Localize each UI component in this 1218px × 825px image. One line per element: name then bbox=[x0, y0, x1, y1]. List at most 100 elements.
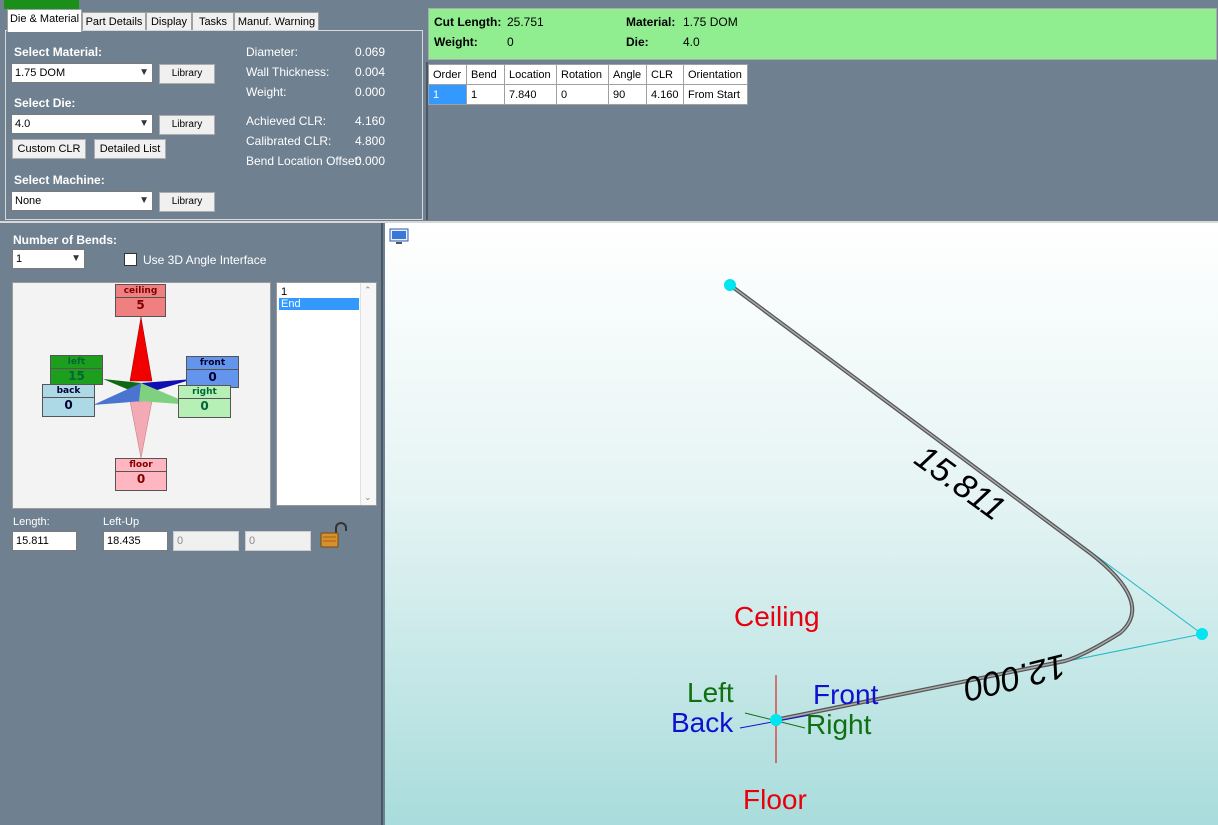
tab-manuf-warning[interactable]: Manuf. Warning bbox=[234, 12, 319, 31]
list-item[interactable]: 1 bbox=[279, 286, 359, 298]
table-cell[interactable]: 90 bbox=[608, 84, 647, 105]
weight-value: 0.000 bbox=[355, 85, 386, 99]
machine-select-value: None bbox=[15, 195, 42, 207]
tube-highlight bbox=[729, 284, 1133, 721]
weight-summary-value: 0 bbox=[507, 35, 514, 49]
leftup-label: Left-Up bbox=[103, 516, 140, 528]
column-header[interactable]: Rotation bbox=[556, 64, 609, 85]
bend-location-offset-label: Bend Location Offset: bbox=[246, 154, 362, 168]
list-item[interactable]: End bbox=[279, 298, 359, 310]
bend-table: Order Bend Location Rotation Angle CLR O… bbox=[428, 64, 748, 105]
left-label: left bbox=[51, 356, 102, 369]
end-node[interactable] bbox=[770, 714, 782, 726]
die-select[interactable]: 4.0 ▼ bbox=[11, 114, 153, 134]
select-material-label: Select Material: bbox=[14, 45, 103, 59]
table-cell[interactable]: 1 bbox=[428, 84, 467, 105]
angle-input-3[interactable]: 0 bbox=[173, 531, 239, 551]
chevron-down-icon: ▼ bbox=[139, 195, 149, 206]
left-axis-label: Left bbox=[687, 677, 734, 708]
table-row[interactable]: 1 1 7.840 0 90 4.160 From Start bbox=[428, 84, 748, 105]
right-axis-label: Right bbox=[806, 709, 872, 740]
wall-thickness-value: 0.004 bbox=[355, 65, 386, 79]
die-library-button[interactable]: Library bbox=[159, 115, 215, 135]
ceiling-axis-label: Ceiling bbox=[734, 601, 820, 632]
number-of-bends-select[interactable]: 1 ▼ bbox=[12, 249, 85, 269]
use-3d-checkbox[interactable] bbox=[124, 253, 137, 266]
leftup-input[interactable]: 18.435 bbox=[103, 531, 168, 551]
column-header[interactable]: Angle bbox=[608, 64, 647, 85]
chevron-down-icon[interactable]: ⌄ bbox=[364, 492, 372, 503]
diameter-value: 0.069 bbox=[355, 45, 386, 59]
table-cell[interactable]: 1 bbox=[466, 84, 505, 105]
material-select[interactable]: 1.75 DOM ▼ bbox=[11, 63, 153, 83]
tube-path bbox=[728, 283, 1135, 722]
left-box[interactable]: left 15 bbox=[50, 355, 103, 385]
select-machine-label: Select Machine: bbox=[14, 173, 105, 187]
list-scrollbar[interactable]: ⌃ ⌄ bbox=[360, 283, 376, 505]
table-cell[interactable]: From Start bbox=[683, 84, 748, 105]
cut-length-value: 25.751 bbox=[507, 15, 544, 29]
floor-box[interactable]: floor 0 bbox=[115, 458, 167, 491]
bend-list[interactable]: 1 End ⌃ ⌄ bbox=[276, 282, 377, 506]
direction-widget[interactable]: ceiling 5 left 15 front 0 back 0 right 0… bbox=[12, 282, 271, 509]
ceiling-value: 5 bbox=[136, 298, 145, 312]
angle-input-4[interactable]: 0 bbox=[245, 531, 311, 551]
back-box[interactable]: back 0 bbox=[42, 384, 95, 417]
column-header[interactable]: Order bbox=[428, 64, 467, 85]
ceiling-label: ceiling bbox=[116, 285, 165, 298]
table-cell[interactable]: 7.840 bbox=[504, 84, 557, 105]
3d-viewport[interactable]: 15.811 12.000 Ceiling Floor Left Front B… bbox=[385, 223, 1218, 825]
machine-select[interactable]: None ▼ bbox=[11, 191, 153, 211]
lock-icon[interactable] bbox=[319, 522, 347, 550]
custom-clr-button[interactable]: Custom CLR bbox=[12, 139, 86, 159]
floor-arrow bbox=[129, 400, 153, 459]
die-summary-label: Die: bbox=[626, 35, 649, 49]
right-label: right bbox=[179, 386, 230, 399]
material-label: Material: bbox=[626, 15, 676, 29]
use-3d-label: Use 3D Angle Interface bbox=[143, 253, 267, 267]
front-axis-label: Front bbox=[813, 679, 879, 710]
length-label: Length: bbox=[13, 516, 50, 528]
front-label: front bbox=[187, 357, 238, 370]
length-input[interactable]: 15.811 bbox=[12, 531, 77, 551]
table-cell[interactable]: 4.160 bbox=[646, 84, 684, 105]
calibrated-clr-label: Calibrated CLR: bbox=[246, 134, 332, 148]
tube-graphic bbox=[724, 279, 1208, 763]
material-select-value: 1.75 DOM bbox=[15, 67, 66, 79]
floor-label: floor bbox=[116, 459, 166, 472]
right-box[interactable]: right 0 bbox=[178, 385, 231, 418]
table-cell[interactable]: 0 bbox=[556, 84, 609, 105]
tab-display[interactable]: Display bbox=[146, 12, 192, 31]
column-header[interactable]: Bend bbox=[466, 64, 505, 85]
right-value: 0 bbox=[200, 399, 209, 413]
ceiling-arrow bbox=[129, 316, 153, 382]
chevron-down-icon: ▼ bbox=[71, 253, 81, 264]
left-value: 15 bbox=[68, 369, 85, 383]
column-header[interactable]: CLR bbox=[646, 64, 684, 85]
die-summary-value: 4.0 bbox=[683, 35, 700, 49]
ceiling-box[interactable]: ceiling 5 bbox=[115, 284, 166, 317]
machine-library-button[interactable]: Library bbox=[159, 192, 215, 212]
floor-value: 0 bbox=[136, 472, 146, 486]
diameter-label: Diameter: bbox=[246, 45, 299, 59]
front-value: 0 bbox=[208, 370, 217, 384]
tab-part-details[interactable]: Part Details bbox=[82, 12, 146, 31]
floor-axis-label: Floor bbox=[743, 784, 807, 815]
chevron-down-icon: ▼ bbox=[139, 118, 149, 129]
tab-die-material[interactable]: Die & Material bbox=[7, 9, 82, 32]
active-indicator bbox=[4, 0, 79, 9]
start-node[interactable] bbox=[724, 279, 736, 291]
chevron-down-icon: ▼ bbox=[139, 67, 149, 78]
calibrated-clr-value: 4.800 bbox=[355, 134, 386, 148]
column-header[interactable]: Location bbox=[504, 64, 557, 85]
tab-tasks[interactable]: Tasks bbox=[192, 12, 234, 31]
column-header[interactable]: Orientation bbox=[683, 64, 748, 85]
material-library-button[interactable]: Library bbox=[159, 64, 215, 84]
chevron-up-icon[interactable]: ⌃ bbox=[364, 285, 372, 296]
bend-node[interactable] bbox=[1196, 628, 1208, 640]
detailed-list-button[interactable]: Detailed List bbox=[94, 139, 166, 159]
cut-length-label: Cut Length: bbox=[434, 15, 502, 29]
front-box[interactable]: front 0 bbox=[186, 356, 239, 388]
achieved-clr-value: 4.160 bbox=[355, 114, 386, 128]
die-select-value: 4.0 bbox=[15, 118, 31, 130]
